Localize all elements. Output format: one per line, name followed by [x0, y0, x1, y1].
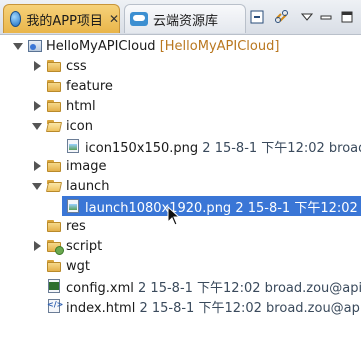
- close-icon[interactable]: ✕: [109, 12, 119, 26]
- folder-icon: [46, 218, 62, 234]
- tab-label: 我的APP项目: [26, 13, 103, 29]
- tree-item-label: html: [66, 98, 96, 114]
- file-meta: 2 15-8-1 下午12:02 broad: [202, 140, 361, 156]
- expand-icon[interactable]: [13, 41, 23, 51]
- folder-icon: [46, 258, 62, 274]
- file-meta: 2 15-8-1 下午12:02 broad.zou@apic: [139, 300, 361, 316]
- xml-file-icon: [46, 278, 62, 294]
- folder-open-icon: [46, 118, 62, 134]
- tree-item-folder[interactable]: html: [0, 96, 361, 116]
- link-with-editor-icon[interactable]: [273, 8, 291, 26]
- collapse-icon[interactable]: [32, 161, 42, 171]
- view-menu-icon[interactable]: [298, 8, 316, 26]
- view-tab-bar: 我的APP项目 ✕ 云端资源库: [0, 0, 361, 35]
- file-meta: 2 15-8-1 下午12:02 broad.zou@apic: [138, 280, 361, 296]
- tree-item-folder[interactable]: feature: [0, 76, 361, 96]
- project-name: HelloMyAPICloud: [46, 38, 156, 54]
- folder-icon: [46, 158, 62, 174]
- folder-icon: [46, 98, 62, 114]
- tree-item-folder[interactable]: launch: [0, 176, 361, 196]
- maximize-icon[interactable]: [338, 8, 356, 26]
- project-explorer-tree: HelloMyAPICloud [HelloMyAPICloud] css fe…: [0, 34, 361, 342]
- tab-label: 云端资源库: [153, 13, 219, 29]
- tree-item-label: index.html: [66, 300, 136, 316]
- collapse-icon[interactable]: [32, 101, 42, 111]
- tree-item-label: image: [66, 158, 107, 174]
- minimize-icon[interactable]: [317, 8, 335, 26]
- folder-icon: [46, 78, 62, 94]
- tree-item-label: script: [66, 238, 103, 254]
- tree-item-folder[interactable]: css: [0, 56, 361, 76]
- tree-item-label: config.xml: [66, 280, 134, 296]
- tab-my-app-projects[interactable]: 我的APP项目 ✕: [3, 4, 120, 33]
- tree-item-label: icon: [66, 118, 93, 134]
- tree-item-label: launch1080x1920.png: [85, 200, 232, 216]
- tree-item-label: wgt: [66, 258, 90, 274]
- folder-icon: [46, 238, 64, 255]
- collapse-all-icon[interactable]: [248, 8, 266, 26]
- tree-item-label: css: [66, 58, 87, 74]
- globe-icon: [10, 11, 22, 27]
- project-icon: [27, 38, 43, 54]
- tree-item-folder[interactable]: image: [0, 156, 361, 176]
- tab-cloud-repository[interactable]: 云端资源库: [124, 4, 246, 33]
- expand-icon[interactable]: [32, 121, 42, 131]
- mouse-cursor-icon: [167, 206, 181, 226]
- tree-item-file[interactable]: index.html 2 15-8-1 下午12:02 broad.zou@ap…: [0, 296, 361, 316]
- image-file-icon: [65, 198, 81, 214]
- tree-item-label: res: [66, 218, 86, 234]
- collapse-icon[interactable]: [32, 241, 42, 251]
- expand-icon[interactable]: [32, 181, 42, 191]
- collapse-icon[interactable]: [32, 61, 42, 71]
- folder-open-icon: [46, 178, 62, 194]
- tree-item-project[interactable]: HelloMyAPICloud [HelloMyAPICloud]: [0, 36, 361, 56]
- tree-item-folder[interactable]: icon: [0, 116, 361, 136]
- tree-item-folder[interactable]: script: [0, 236, 361, 256]
- folder-icon: [46, 58, 62, 74]
- tree-item-file[interactable]: config.xml 2 15-8-1 下午12:02 broad.zou@ap…: [0, 276, 361, 296]
- tree-item-file[interactable]: icon150x150.png 2 15-8-1 下午12:02 broad: [0, 136, 361, 156]
- tree-item-label: launch: [66, 178, 110, 194]
- tree-item-folder[interactable]: wgt: [0, 256, 361, 276]
- file-meta: 2 15-8-1 下午12:02 b: [235, 200, 361, 216]
- tree-item-label: icon150x150.png: [85, 140, 199, 156]
- html-file-icon: [46, 298, 63, 314]
- tree-item-label: feature: [66, 78, 113, 94]
- project-meta: [HelloMyAPICloud]: [159, 38, 280, 54]
- tree-item-file-selected[interactable]: launch1080x1920.png 2 15-8-1 下午12:02 b: [62, 196, 361, 216]
- cloud-icon: [130, 12, 148, 26]
- image-file-icon: [65, 138, 81, 154]
